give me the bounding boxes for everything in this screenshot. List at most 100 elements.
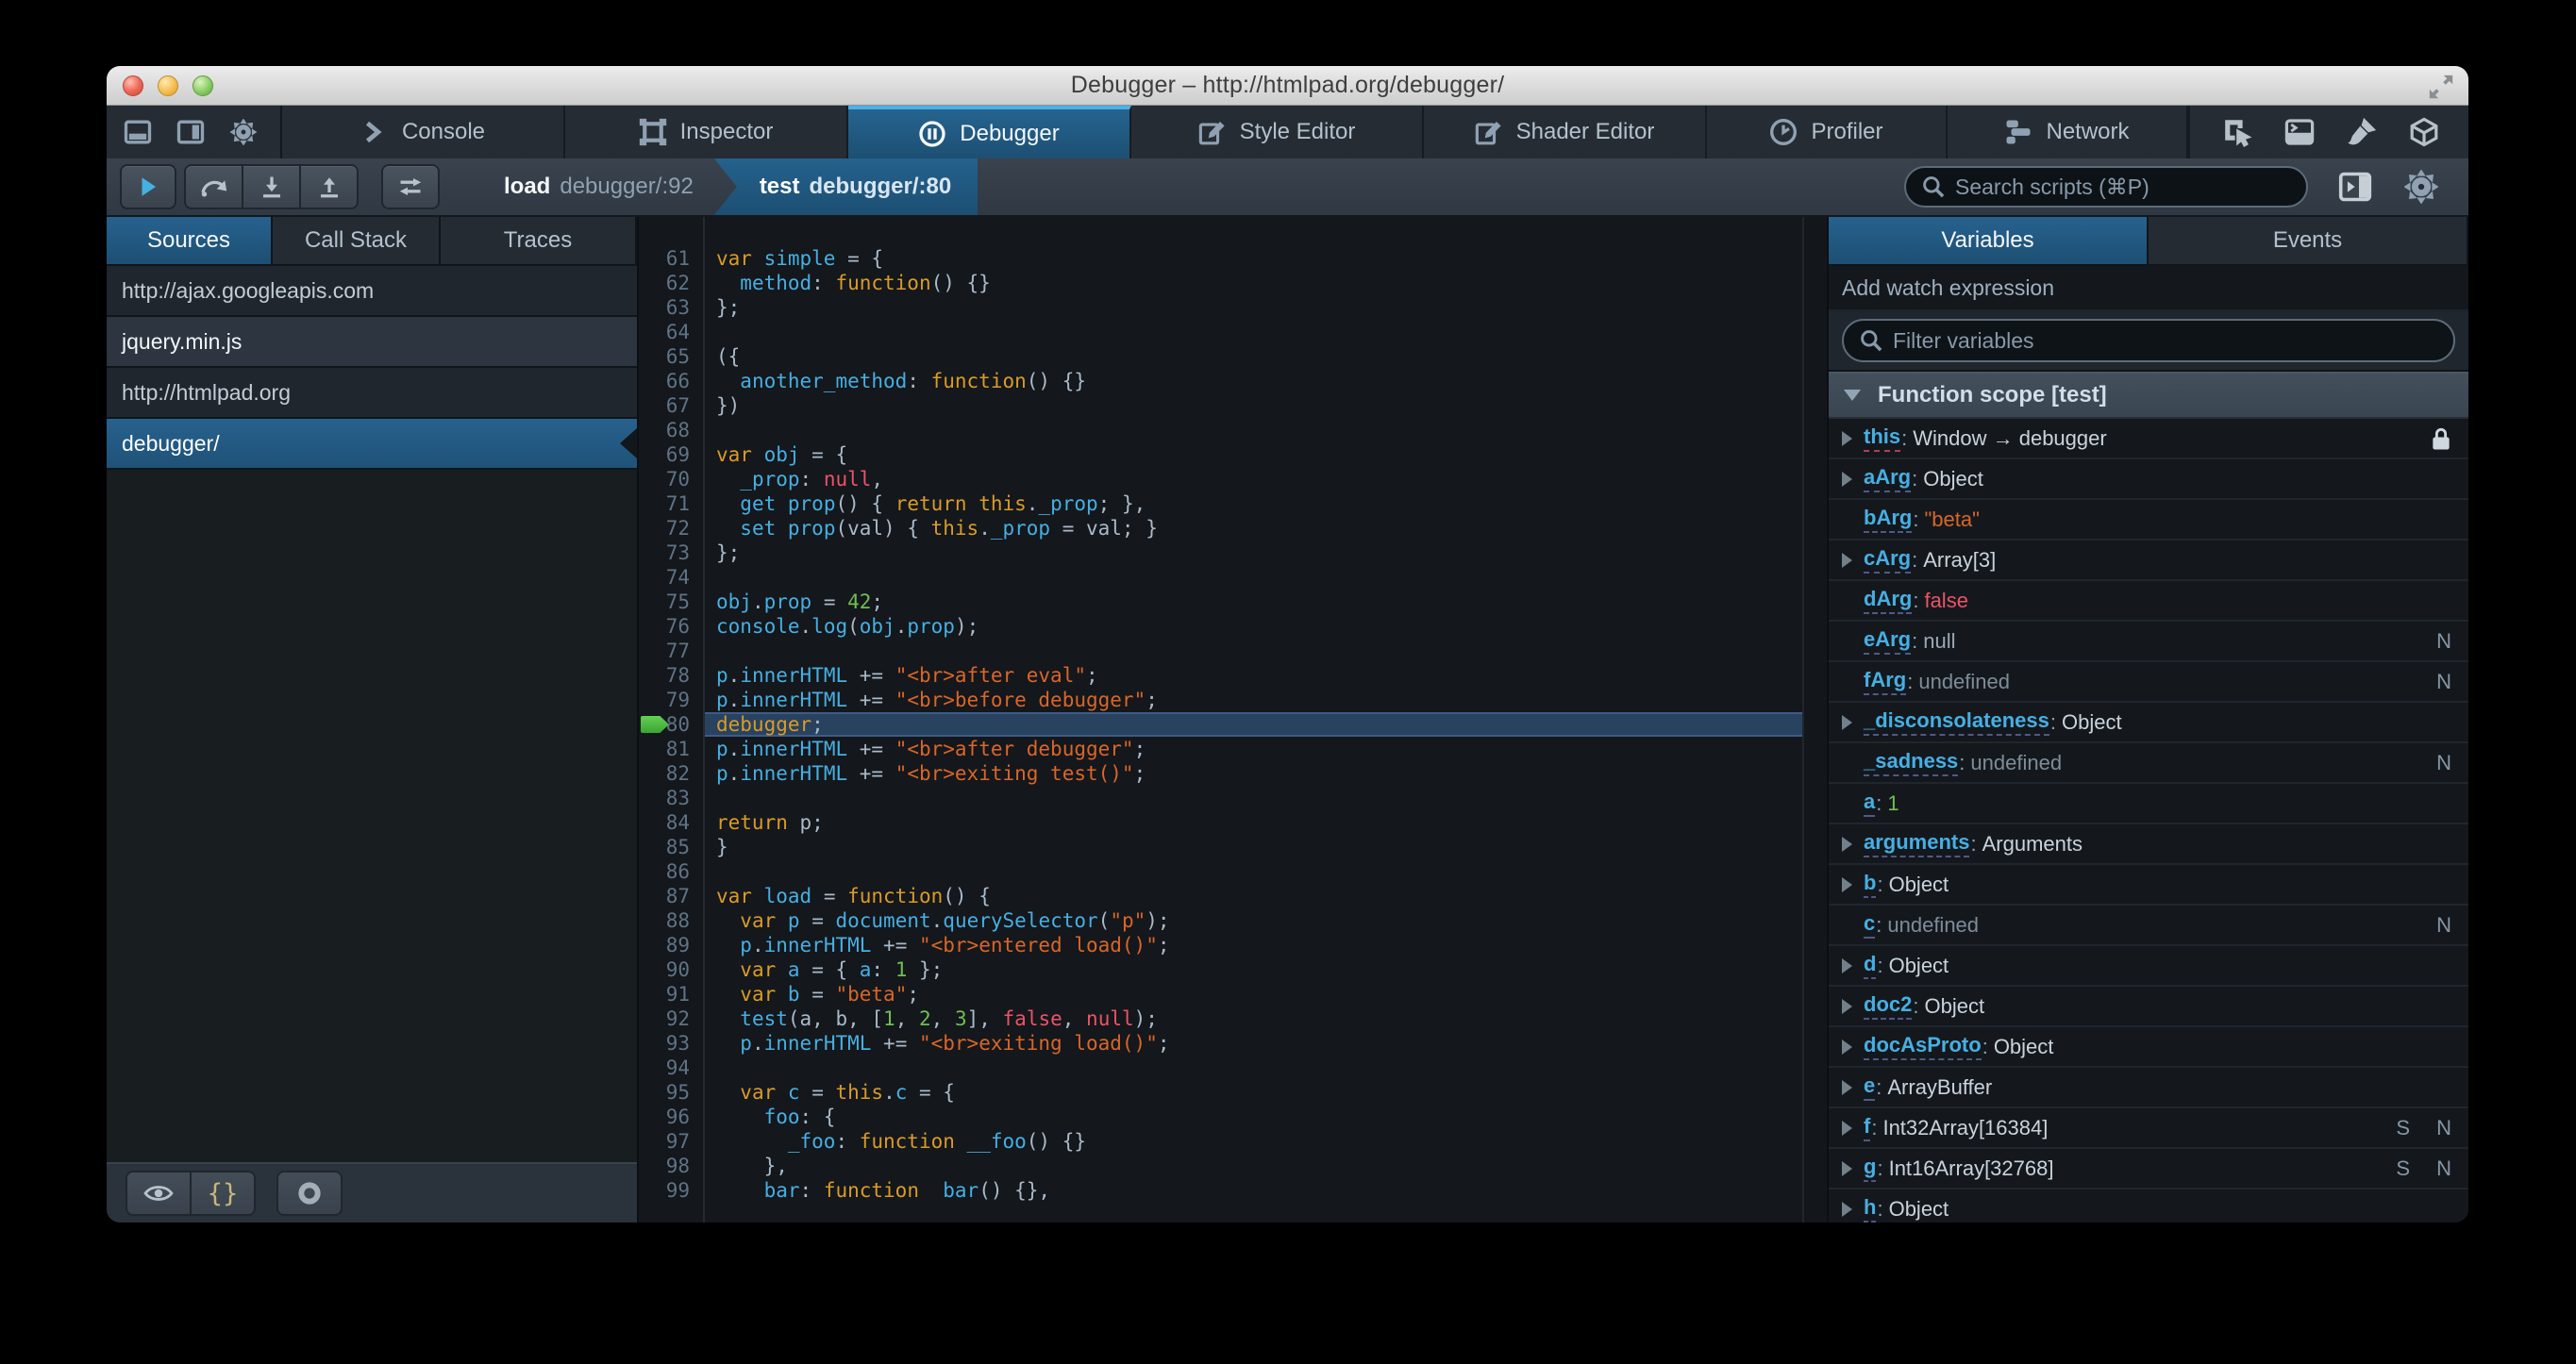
code-line[interactable] <box>705 320 1802 344</box>
tab-inspector[interactable]: Inspector <box>565 106 848 158</box>
paintbrush-icon[interactable] <box>2347 117 2377 147</box>
code-line[interactable]: _foo: function __foo() {} <box>705 1129 1802 1154</box>
variable-row[interactable]: docAsProto: Object <box>1829 1027 2468 1068</box>
line-number[interactable]: 95 <box>639 1080 703 1105</box>
variable-row[interactable]: f: Int32Array[16384] S N <box>1829 1108 2468 1149</box>
code-line[interactable]: }, <box>705 1154 1802 1178</box>
code-line[interactable]: another_method: function() {} <box>705 369 1802 393</box>
fullscreen-icon[interactable] <box>2427 73 2455 101</box>
line-number[interactable]: 61 <box>639 246 703 271</box>
code-line[interactable]: get prop() { return this._prop; }, <box>705 491 1802 516</box>
sources-tab-sources[interactable]: Sources <box>107 217 273 264</box>
tab-profiler[interactable]: Profiler <box>1707 106 1948 158</box>
sources-tab-call-stack[interactable]: Call Stack <box>273 217 441 264</box>
tab-console[interactable]: Console <box>282 106 565 158</box>
step-over-button[interactable] <box>184 164 243 209</box>
variable-row[interactable]: bArg: "beta" <box>1829 500 2468 541</box>
minimize-button[interactable] <box>158 75 178 96</box>
line-number[interactable]: 68 <box>639 418 703 442</box>
line-number[interactable]: 92 <box>639 1006 703 1031</box>
close-button[interactable] <box>123 75 143 96</box>
add-watch-expression[interactable]: Add watch expression <box>1829 266 2468 311</box>
zoom-button[interactable] <box>192 75 213 96</box>
line-number[interactable]: 89 <box>639 933 703 957</box>
tab-debugger[interactable]: Debugger <box>848 106 1131 158</box>
variables-tab-variables[interactable]: Variables <box>1829 217 2149 264</box>
code-line[interactable] <box>705 859 1802 884</box>
code-line[interactable]: method: function() {} <box>705 271 1802 295</box>
dock-bottom-icon[interactable] <box>124 119 152 145</box>
line-number[interactable]: 74 <box>639 565 703 590</box>
step-out-button[interactable] <box>299 164 359 209</box>
source-item[interactable]: http://htmlpad.org <box>107 368 637 419</box>
split-console-icon[interactable] <box>2284 117 2315 147</box>
line-number[interactable]: 62 <box>639 271 703 295</box>
variable-row[interactable]: cArg: Array[3] <box>1829 541 2468 581</box>
line-number[interactable]: 96 <box>639 1105 703 1129</box>
variables-tab-events[interactable]: Events <box>2149 217 2468 264</box>
line-number[interactable]: 66 <box>639 369 703 393</box>
code-line[interactable]: foo: { <box>705 1105 1802 1129</box>
breadcrumb-load[interactable]: load debugger/:92 <box>483 158 714 215</box>
expand-arrow-icon[interactable] <box>1842 998 1852 1014</box>
line-number[interactable]: 70 <box>639 467 703 491</box>
tab-style-editor[interactable]: Style Editor <box>1131 106 1424 158</box>
source-item[interactable]: http://ajax.googleapis.com <box>107 266 637 317</box>
code-line[interactable]: p.innerHTML += "<br>entered load()"; <box>705 933 1802 957</box>
line-number[interactable]: 73 <box>639 541 703 565</box>
code-line[interactable]: set prop(val) { this._prop = val; } <box>705 516 1802 541</box>
variable-row[interactable]: arguments: Arguments <box>1829 824 2468 865</box>
code-line[interactable]: p.innerHTML += "<br>after debugger"; <box>705 737 1802 761</box>
line-number[interactable]: 77 <box>639 639 703 663</box>
step-in-button[interactable] <box>242 164 301 209</box>
code-line[interactable]: test(a, b, [1, 2, 3], false, null); <box>705 1006 1802 1031</box>
line-number[interactable]: 85 <box>639 835 703 859</box>
variable-row[interactable]: b: Object <box>1829 865 2468 906</box>
search-scripts-input[interactable] <box>1955 174 2291 200</box>
code-line[interactable] <box>705 1056 1802 1080</box>
variable-row[interactable]: _sadness: undefined N <box>1829 743 2468 784</box>
filter-variables-input[interactable] <box>1893 327 2438 354</box>
variable-row[interactable]: d: Object <box>1829 946 2468 987</box>
variable-filter[interactable] <box>1842 319 2455 362</box>
expand-arrow-icon[interactable] <box>1842 1160 1852 1176</box>
line-number[interactable]: 84 <box>639 810 703 835</box>
code-line[interactable]: } <box>705 835 1802 859</box>
sources-tab-traces[interactable]: Traces <box>441 217 637 264</box>
variable-row[interactable]: aArg: Object <box>1829 459 2468 500</box>
line-number[interactable]: 81 <box>639 737 703 761</box>
code-line[interactable]: var load = function() { <box>705 884 1802 908</box>
variable-row[interactable]: fArg: undefined N <box>1829 662 2468 703</box>
expand-arrow-icon[interactable] <box>1842 552 1852 568</box>
editor-lines[interactable]: var simple = { method: function() {}};({… <box>705 217 1802 1223</box>
tab-shader-editor[interactable]: Shader Editor <box>1424 106 1707 158</box>
line-number[interactable]: 64 <box>639 320 703 344</box>
variable-row[interactable]: a: 1 <box>1829 784 2468 824</box>
line-number[interactable]: 94 <box>639 1056 703 1080</box>
debugger-options-icon[interactable] <box>2404 170 2438 204</box>
line-number[interactable]: 69 <box>639 442 703 467</box>
expand-arrow-icon[interactable] <box>1842 471 1852 487</box>
line-number[interactable]: 88 <box>639 908 703 933</box>
variable-row[interactable]: h: Object <box>1829 1189 2468 1223</box>
line-number[interactable]: 82 <box>639 761 703 786</box>
code-line[interactable]: var obj = { <box>705 442 1802 467</box>
toolbox-options-icon[interactable] <box>229 119 258 145</box>
code-line[interactable]: console.log(obj.prop); <box>705 614 1802 639</box>
expand-arrow-icon[interactable] <box>1842 957 1852 973</box>
code-line[interactable]: }; <box>705 295 1802 320</box>
line-number[interactable]: 99 <box>639 1178 703 1203</box>
variable-row[interactable]: this: Window → debugger <box>1829 419 2468 459</box>
line-number[interactable]: 80 <box>639 712 703 737</box>
code-line[interactable]: p.innerHTML += "<br>exiting test()"; <box>705 761 1802 786</box>
code-line[interactable] <box>705 786 1802 810</box>
line-number[interactable]: 78 <box>639 663 703 688</box>
variable-row[interactable]: g: Int16Array[32768] S N <box>1829 1149 2468 1189</box>
line-number[interactable]: 72 <box>639 516 703 541</box>
code-line[interactable] <box>705 639 1802 663</box>
code-editor[interactable]: 61 62 63 64 65 66 67 68 69 70 71 72 73 74 75 76 77 78 79 80… <box>637 217 1802 1223</box>
code-line[interactable]: debugger; <box>705 712 1802 737</box>
expand-arrow-icon[interactable] <box>1842 1079 1852 1095</box>
code-line[interactable]: _prop: null, <box>705 467 1802 491</box>
tab-network[interactable]: Network <box>1948 106 2188 158</box>
